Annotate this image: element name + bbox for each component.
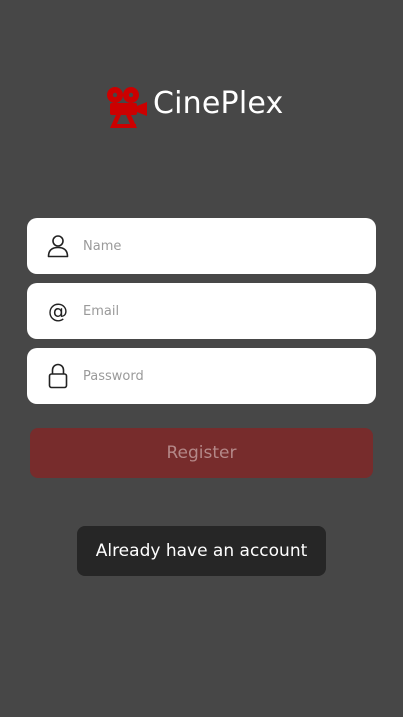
register-screen: CinePlex @ Register Already have an acco… — [0, 0, 403, 717]
name-field[interactable] — [27, 218, 376, 274]
password-input[interactable] — [83, 368, 353, 384]
at-symbol: @ — [48, 299, 68, 323]
at-icon: @ — [47, 299, 69, 323]
password-field[interactable] — [27, 348, 376, 404]
movie-camera-icon — [107, 87, 147, 128]
email-field[interactable]: @ — [27, 283, 376, 339]
lock-icon — [47, 363, 69, 389]
user-icon — [47, 234, 69, 258]
register-button[interactable]: Register — [30, 428, 373, 478]
app-logo: CinePlex — [104, 84, 283, 130]
name-input[interactable] — [83, 238, 353, 254]
app-name: CinePlex — [153, 86, 284, 121]
email-input[interactable] — [83, 303, 353, 319]
already-have-account-button[interactable]: Already have an account — [77, 526, 326, 576]
